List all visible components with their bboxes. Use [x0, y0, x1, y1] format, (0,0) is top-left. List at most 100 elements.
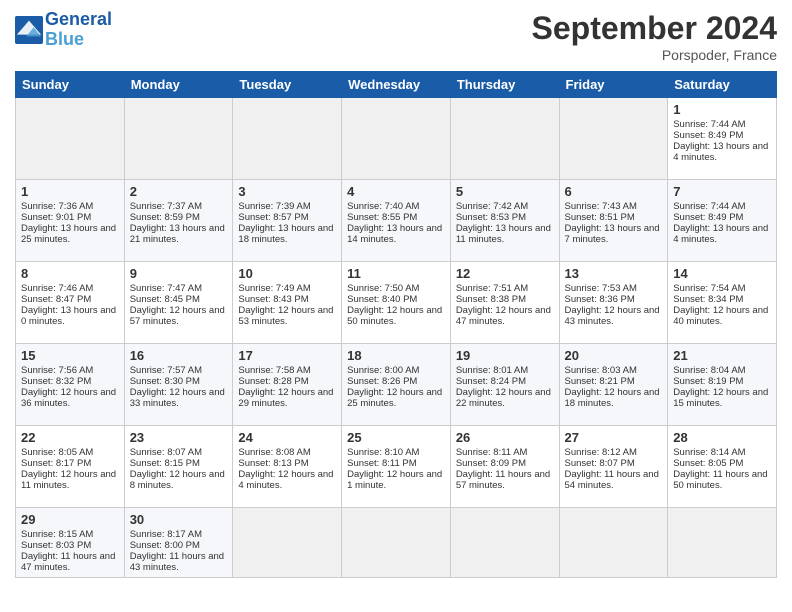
sunrise-label: Sunrise: 7:56 AM [21, 365, 93, 376]
daylight-label: Daylight: 12 hours and 53 minutes. [238, 305, 333, 327]
calendar-cell: 12 Sunrise: 7:51 AM Sunset: 8:38 PM Dayl… [450, 262, 559, 344]
calendar-cell: 24 Sunrise: 8:08 AM Sunset: 8:13 PM Dayl… [233, 426, 342, 508]
day-number: 1 [21, 184, 119, 199]
sunset-label: Sunset: 8:30 PM [130, 376, 200, 387]
calendar-cell [450, 508, 559, 578]
day-number: 2 [130, 184, 228, 199]
day-number: 1 [673, 102, 771, 117]
daylight-label: Daylight: 13 hours and 4 minutes. [673, 223, 768, 245]
day-number: 8 [21, 266, 119, 281]
day-number: 28 [673, 430, 771, 445]
sunset-label: Sunset: 8:40 PM [347, 294, 417, 305]
calendar-cell: 13 Sunrise: 7:53 AM Sunset: 8:36 PM Dayl… [559, 262, 668, 344]
day-number: 18 [347, 348, 445, 363]
weekday-header-sunday: Sunday [16, 72, 125, 98]
sunrise-label: Sunrise: 8:08 AM [238, 447, 310, 458]
calendar-cell: 20 Sunrise: 8:03 AM Sunset: 8:21 PM Dayl… [559, 344, 668, 426]
week-row-5: 29 Sunrise: 8:15 AM Sunset: 8:03 PM Dayl… [16, 508, 777, 578]
daylight-label: Daylight: 12 hours and 43 minutes. [565, 305, 660, 327]
location: Porspoder, France [532, 47, 777, 63]
day-number: 17 [238, 348, 336, 363]
logo-icon [15, 16, 43, 44]
calendar-cell [16, 98, 125, 180]
sunrise-label: Sunrise: 7:51 AM [456, 283, 528, 294]
sunrise-label: Sunrise: 7:49 AM [238, 283, 310, 294]
sunset-label: Sunset: 8:24 PM [456, 376, 526, 387]
daylight-label: Daylight: 12 hours and 50 minutes. [347, 305, 442, 327]
sunrise-label: Sunrise: 7:47 AM [130, 283, 202, 294]
calendar-table: SundayMondayTuesdayWednesdayThursdayFrid… [15, 71, 777, 578]
calendar-cell [124, 98, 233, 180]
sunset-label: Sunset: 8:09 PM [456, 458, 526, 469]
week-row-1: 1 Sunrise: 7:36 AM Sunset: 9:01 PM Dayli… [16, 180, 777, 262]
calendar-cell: 6 Sunrise: 7:43 AM Sunset: 8:51 PM Dayli… [559, 180, 668, 262]
calendar-cell [342, 98, 451, 180]
calendar-cell [342, 508, 451, 578]
logo-line2: Blue [45, 29, 84, 49]
calendar-cell: 2 Sunrise: 7:37 AM Sunset: 8:59 PM Dayli… [124, 180, 233, 262]
sunrise-label: Sunrise: 7:37 AM [130, 201, 202, 212]
weekday-header-row: SundayMondayTuesdayWednesdayThursdayFrid… [16, 72, 777, 98]
day-number: 27 [565, 430, 663, 445]
sunrise-label: Sunrise: 7:43 AM [565, 201, 637, 212]
sunrise-label: Sunrise: 7:50 AM [347, 283, 419, 294]
daylight-label: Daylight: 11 hours and 57 minutes. [456, 469, 550, 491]
sunset-label: Sunset: 8:59 PM [130, 212, 200, 223]
weekday-header-thursday: Thursday [450, 72, 559, 98]
daylight-label: Daylight: 12 hours and 8 minutes. [130, 469, 225, 491]
sunrise-label: Sunrise: 7:54 AM [673, 283, 745, 294]
header: General Blue September 2024 Porspoder, F… [15, 10, 777, 63]
sunset-label: Sunset: 8:49 PM [673, 212, 743, 223]
calendar-cell: 18 Sunrise: 8:00 AM Sunset: 8:26 PM Dayl… [342, 344, 451, 426]
day-number: 14 [673, 266, 771, 281]
daylight-label: Daylight: 12 hours and 47 minutes. [456, 305, 551, 327]
calendar-cell: 19 Sunrise: 8:01 AM Sunset: 8:24 PM Dayl… [450, 344, 559, 426]
sunrise-label: Sunrise: 8:11 AM [456, 447, 528, 458]
sunrise-label: Sunrise: 7:44 AM [673, 201, 745, 212]
day-number: 24 [238, 430, 336, 445]
calendar-cell: 11 Sunrise: 7:50 AM Sunset: 8:40 PM Dayl… [342, 262, 451, 344]
daylight-label: Daylight: 12 hours and 57 minutes. [130, 305, 225, 327]
daylight-label: Daylight: 13 hours and 21 minutes. [130, 223, 225, 245]
sunrise-label: Sunrise: 8:03 AM [565, 365, 637, 376]
daylight-label: Daylight: 11 hours and 50 minutes. [673, 469, 767, 491]
day-number: 4 [347, 184, 445, 199]
sunset-label: Sunset: 8:49 PM [673, 130, 743, 141]
daylight-label: Daylight: 13 hours and 0 minutes. [21, 305, 116, 327]
sunrise-label: Sunrise: 7:40 AM [347, 201, 419, 212]
sunset-label: Sunset: 8:47 PM [21, 294, 91, 305]
day-number: 13 [565, 266, 663, 281]
weekday-header-tuesday: Tuesday [233, 72, 342, 98]
daylight-label: Daylight: 13 hours and 11 minutes. [456, 223, 551, 245]
day-number: 15 [21, 348, 119, 363]
sunrise-label: Sunrise: 8:12 AM [565, 447, 637, 458]
day-number: 9 [130, 266, 228, 281]
calendar-cell: 7 Sunrise: 7:44 AM Sunset: 8:49 PM Dayli… [668, 180, 777, 262]
sunrise-label: Sunrise: 8:15 AM [21, 529, 93, 540]
sunrise-label: Sunrise: 8:05 AM [21, 447, 93, 458]
calendar-cell [450, 98, 559, 180]
title-block: September 2024 Porspoder, France [532, 10, 777, 63]
calendar-cell: 3 Sunrise: 7:39 AM Sunset: 8:57 PM Dayli… [233, 180, 342, 262]
weekday-header-monday: Monday [124, 72, 233, 98]
calendar-cell [559, 98, 668, 180]
week-row-0: 1 Sunrise: 7:44 AM Sunset: 8:49 PM Dayli… [16, 98, 777, 180]
calendar-cell: 25 Sunrise: 8:10 AM Sunset: 8:11 PM Dayl… [342, 426, 451, 508]
week-row-4: 22 Sunrise: 8:05 AM Sunset: 8:17 PM Dayl… [16, 426, 777, 508]
sunrise-label: Sunrise: 7:44 AM [673, 119, 745, 130]
sunset-label: Sunset: 8:11 PM [347, 458, 417, 469]
calendar-cell [233, 508, 342, 578]
calendar-cell: 26 Sunrise: 8:11 AM Sunset: 8:09 PM Dayl… [450, 426, 559, 508]
daylight-label: Daylight: 12 hours and 1 minute. [347, 469, 442, 491]
day-number: 19 [456, 348, 554, 363]
weekday-header-friday: Friday [559, 72, 668, 98]
sunrise-label: Sunrise: 7:53 AM [565, 283, 637, 294]
daylight-label: Daylight: 12 hours and 25 minutes. [347, 387, 442, 409]
daylight-label: Daylight: 13 hours and 25 minutes. [21, 223, 116, 245]
sunrise-label: Sunrise: 7:58 AM [238, 365, 310, 376]
calendar-cell: 21 Sunrise: 8:04 AM Sunset: 8:19 PM Dayl… [668, 344, 777, 426]
calendar-page: General Blue September 2024 Porspoder, F… [0, 0, 792, 612]
daylight-label: Daylight: 12 hours and 36 minutes. [21, 387, 116, 409]
day-number: 21 [673, 348, 771, 363]
day-number: 25 [347, 430, 445, 445]
